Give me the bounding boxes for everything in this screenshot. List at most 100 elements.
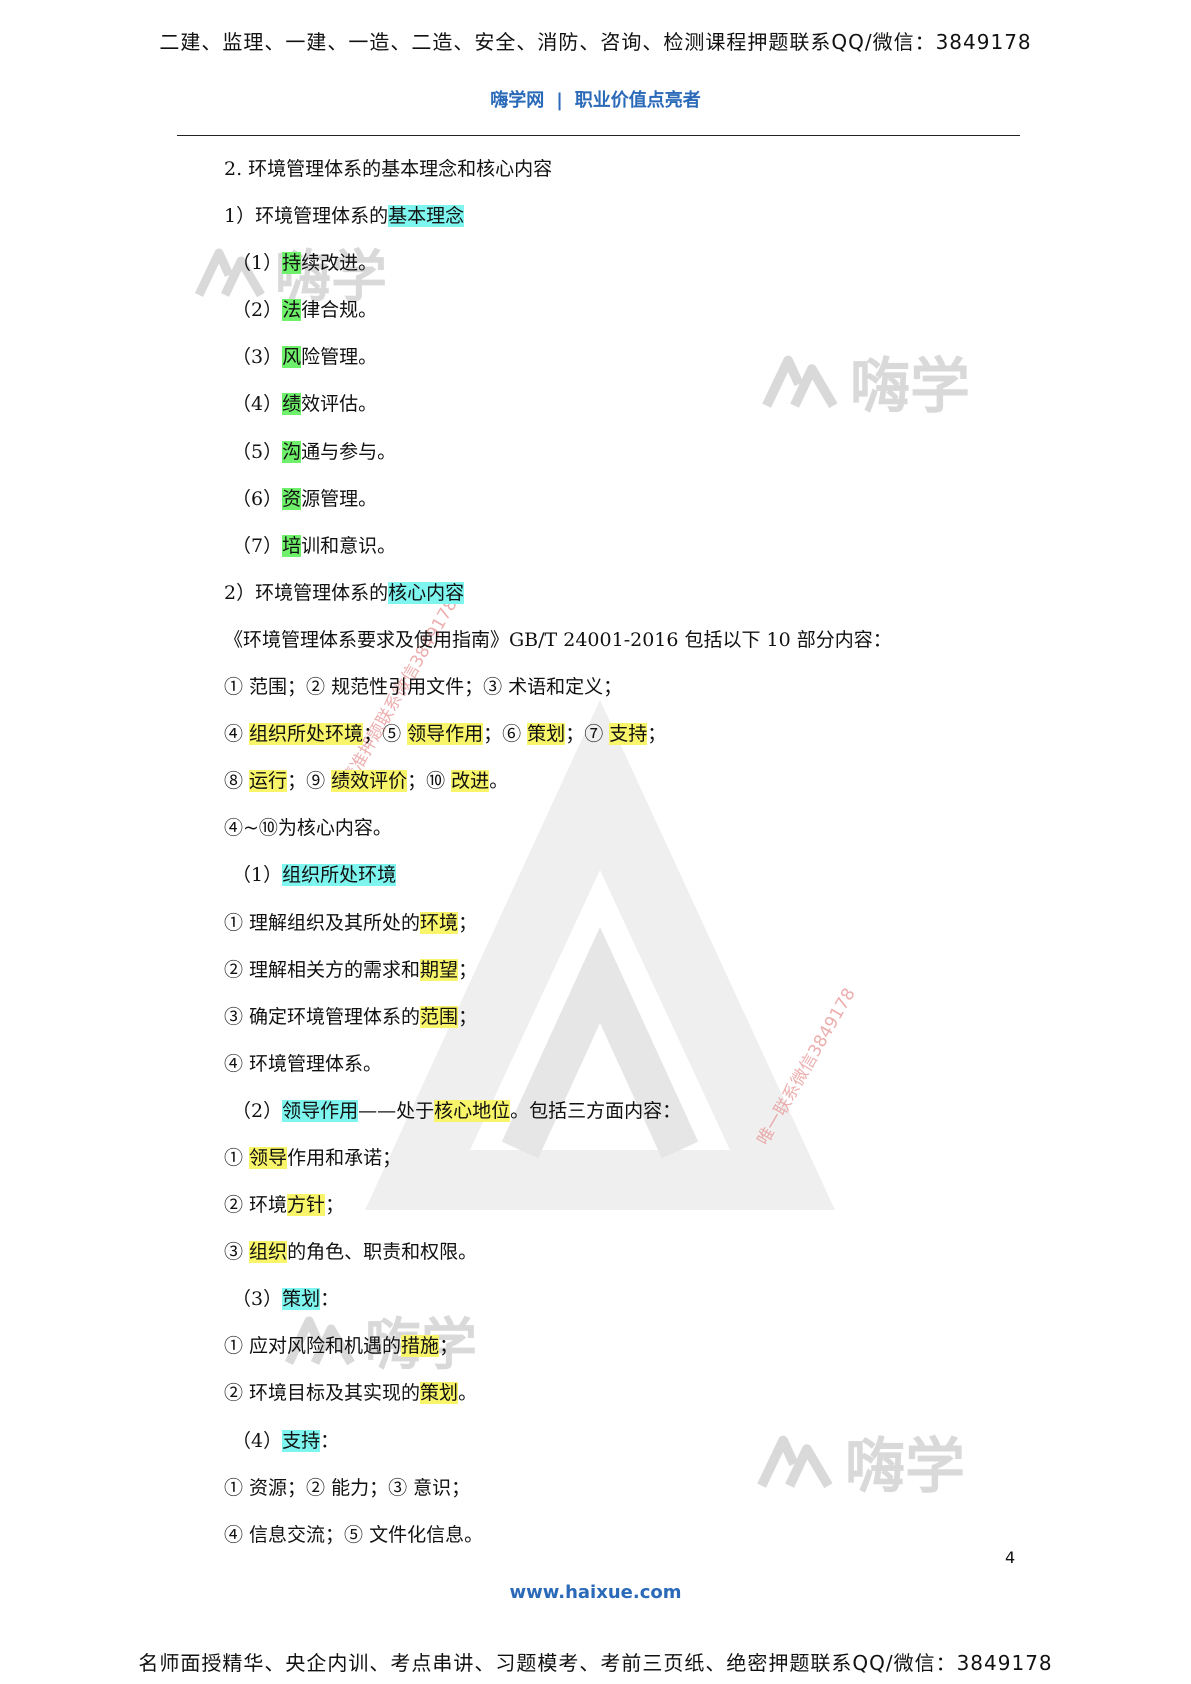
text-segment: 效评估。 — [301, 393, 378, 416]
text-line: ④ 组织所处环境；⑤ 领导作用；⑥ 策划；⑦ 支持； — [224, 719, 1024, 766]
text-segment: ① 范围；② 规范性引用文件；③ 术语和定义； — [224, 676, 623, 699]
text-segment: ① 资源；② 能力；③ 意识； — [224, 1476, 471, 1499]
text-segment: ④ 环境管理体系。 — [224, 1052, 383, 1075]
text-segment: ④~⑩为核心内容。 — [224, 817, 392, 840]
text-line: 1）环境管理体系的基本理念 — [224, 201, 1024, 248]
top-banner: 二建、监理、一建、一造、二造、安全、消防、咨询、检测课程押题联系QQ/微信：38… — [159, 30, 1032, 54]
text-segment: 2）环境管理体系的 — [224, 581, 389, 604]
text-segment: （3） — [232, 1288, 283, 1311]
highlighted-text: 组织所处环境 — [282, 864, 397, 887]
text-segment: ；⑩ — [407, 770, 452, 793]
highlighted-text: 运行 — [249, 770, 288, 793]
brand-line: 嗨学网 | 职业价值点亮者 — [0, 86, 1191, 112]
text-segment: ② 环境目标及其实现的 — [224, 1382, 421, 1405]
text-line: ② 环境目标及其实现的策划。 — [224, 1378, 1024, 1425]
text-segment: （3） — [232, 346, 283, 369]
text-segment: 源管理。 — [301, 487, 378, 510]
text-segment: ； — [458, 911, 478, 934]
text-line: 《环境管理体系要求及使用指南》GB/T 24001-2016 包括以下 10 部… — [224, 625, 1024, 672]
highlighted-text: 资 — [282, 487, 302, 510]
header-divider — [177, 135, 1020, 136]
brand-name: 嗨学网 — [490, 90, 545, 111]
text-segment: 1）环境管理体系的 — [224, 205, 389, 228]
text-segment: ⑧ — [224, 770, 250, 793]
brand-slogan: 职业价值点亮者 — [574, 90, 701, 111]
highlighted-text: 策划 — [420, 1382, 459, 1405]
text-line: ③ 确定环境管理体系的范围； — [224, 1002, 1024, 1049]
text-segment: ① — [224, 1146, 250, 1169]
text-line: （2）领导作用——处于核心地位。包括三方面内容： — [224, 1096, 1024, 1143]
text-segment: ； — [439, 1335, 459, 1358]
text-line: （3）策划： — [224, 1284, 1024, 1331]
text-segment: （4） — [232, 1429, 283, 1452]
text-segment: （2） — [232, 299, 283, 322]
text-segment: ；⑤ — [363, 723, 408, 746]
highlighted-text: 领导 — [249, 1146, 288, 1169]
text-segment: ② 环境 — [224, 1194, 288, 1217]
text-segment: ； — [325, 1194, 345, 1217]
page-number: 4 — [1005, 1548, 1016, 1567]
text-segment: （6） — [232, 487, 283, 510]
text-line: ③ 组织的角色、职责和权限。 — [224, 1237, 1024, 1284]
text-line: （7）培训和意识。 — [224, 531, 1024, 578]
text-segment: 。包括三方面内容： — [510, 1099, 682, 1122]
highlighted-text: 组织 — [249, 1241, 288, 1264]
text-segment: 《环境管理体系要求及使用指南》GB/T 24001-2016 包括以下 10 部… — [224, 628, 892, 651]
highlighted-text: 绩效评价 — [331, 770, 408, 793]
text-segment: ： — [320, 1288, 340, 1311]
text-segment: 。 — [489, 770, 509, 793]
text-segment: ③ — [224, 1241, 250, 1264]
site-url-link[interactable]: www.haixue.com — [0, 1582, 1191, 1603]
highlighted-text: 策划 — [527, 723, 566, 746]
highlighted-text: 组织所处环境 — [249, 723, 364, 746]
text-segment: （1） — [232, 864, 283, 887]
text-segment: ： — [320, 1429, 340, 1452]
text-segment: ； — [647, 723, 667, 746]
text-segment: ① 理解组织及其所处的 — [224, 911, 421, 934]
highlighted-text: 策划 — [282, 1288, 321, 1311]
text-line: ④ 信息交流；⑤ 文件化信息。 — [224, 1520, 1024, 1567]
highlighted-text: 期望 — [420, 958, 459, 981]
text-line: 2. 环境管理体系的基本理念和核心内容 — [224, 154, 1024, 201]
text-line: ② 环境方针； — [224, 1190, 1024, 1237]
text-line: （1）组织所处环境 — [224, 860, 1024, 907]
brand-separator: | — [556, 90, 563, 111]
text-line: ④ 环境管理体系。 — [224, 1049, 1024, 1096]
text-segment: ； — [458, 958, 478, 981]
text-line: ① 领导作用和承诺； — [224, 1143, 1024, 1190]
highlighted-text: 领导作用 — [407, 723, 484, 746]
text-segment: （7） — [232, 534, 283, 557]
highlighted-text: 沟 — [282, 440, 302, 463]
text-line: ① 资源；② 能力；③ 意识； — [224, 1473, 1024, 1520]
text-segment: ④ — [224, 723, 250, 746]
text-segment: ④ 信息交流；⑤ 文件化信息。 — [224, 1523, 484, 1546]
text-segment: （2） — [232, 1099, 283, 1122]
text-segment: 训和意识。 — [301, 534, 397, 557]
text-line: ① 理解组织及其所处的环境； — [224, 908, 1024, 955]
highlighted-text: 法 — [282, 299, 302, 322]
highlighted-text: 绩 — [282, 393, 302, 416]
text-segment: ——处于 — [358, 1099, 435, 1122]
highlighted-text: 培 — [282, 534, 302, 557]
highlighted-text: 核心地位 — [434, 1099, 511, 1122]
text-segment: （1） — [232, 252, 283, 275]
text-segment: 续改进。 — [301, 252, 378, 275]
text-segment: ；⑦ — [565, 723, 610, 746]
highlighted-text: 风 — [282, 346, 302, 369]
document-body: 2. 环境管理体系的基本理念和核心内容 1）环境管理体系的基本理念 （1）持续改进。… — [224, 154, 1024, 1567]
text-segment: 作用和承诺； — [287, 1146, 402, 1169]
highlighted-text: 领导作用 — [282, 1099, 359, 1122]
text-segment: 通与参与。 — [301, 440, 397, 463]
highlighted-text: 持 — [282, 252, 302, 275]
text-segment: 律合规。 — [301, 299, 378, 322]
text-line: （3）风险管理。 — [224, 342, 1024, 389]
text-segment: ② 理解相关方的需求和 — [224, 958, 421, 981]
text-line: ① 应对风险和机遇的措施； — [224, 1331, 1024, 1378]
highlighted-text: 环境 — [420, 911, 459, 934]
text-segment: 。 — [458, 1382, 478, 1405]
text-line: （2）法律合规。 — [224, 295, 1024, 342]
text-segment: 的角色、职责和权限。 — [287, 1241, 478, 1264]
text-segment: （5） — [232, 440, 283, 463]
highlighted-text: 措施 — [401, 1335, 440, 1358]
text-segment: 险管理。 — [301, 346, 378, 369]
